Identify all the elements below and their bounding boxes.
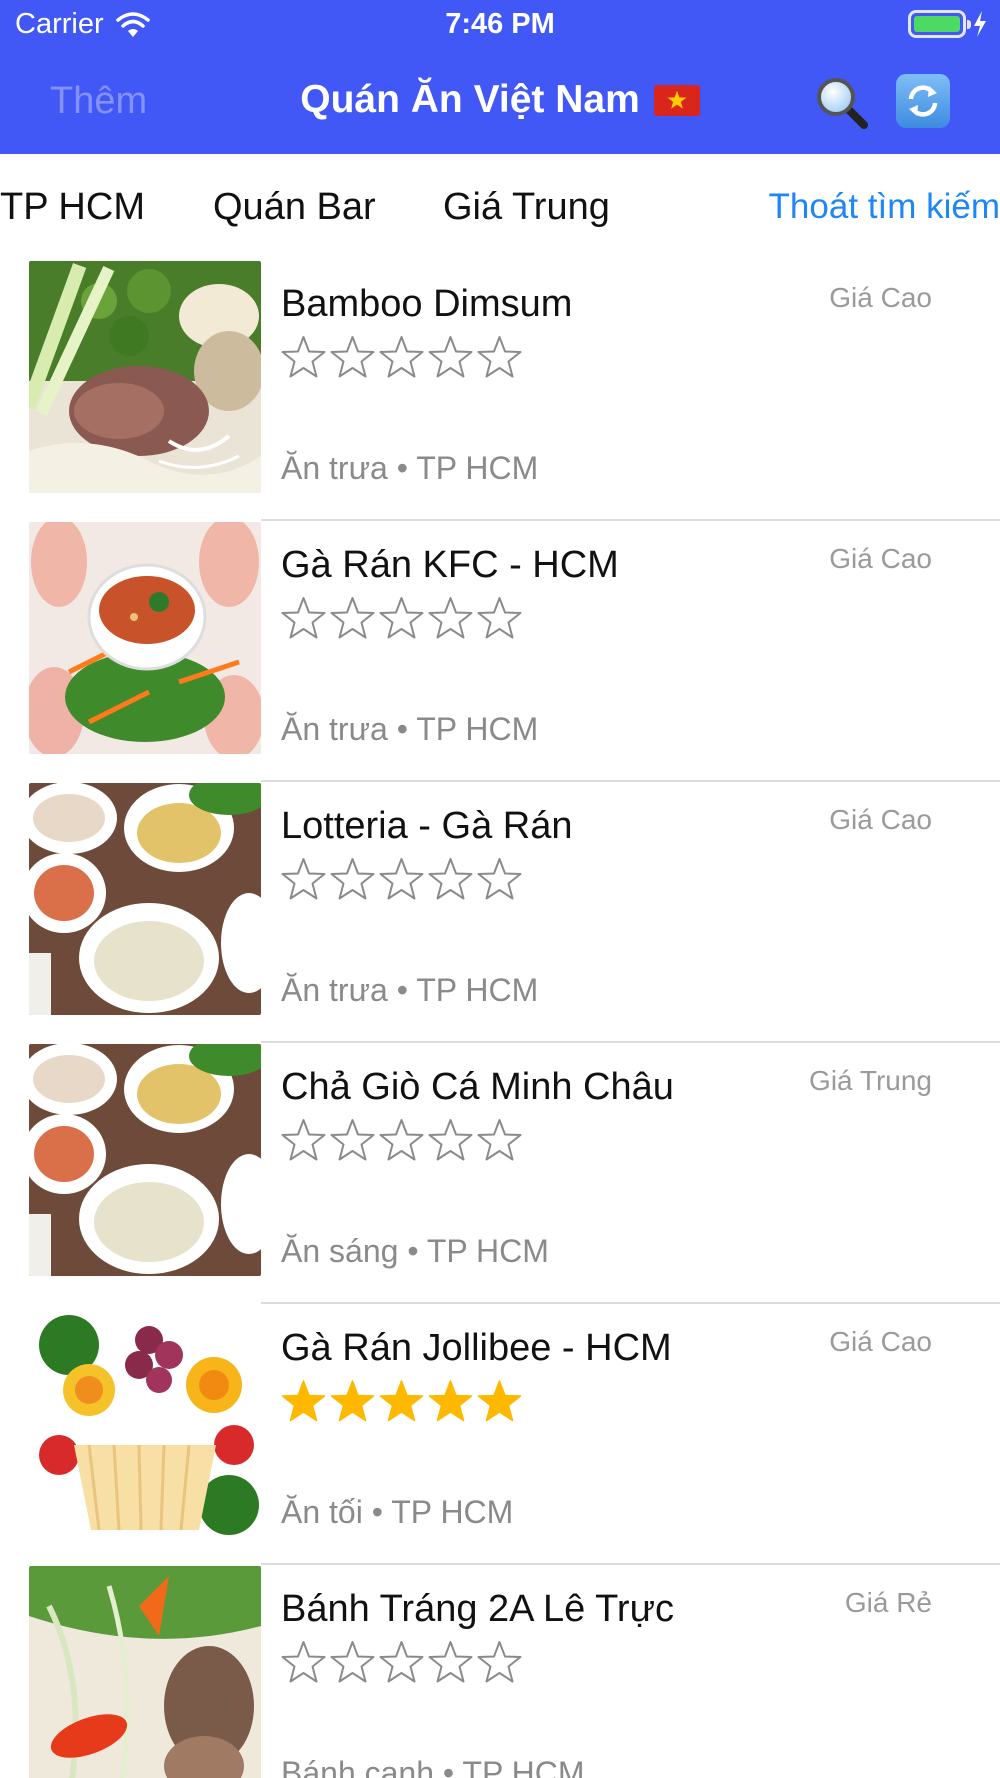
- status-time: 7:46 PM: [445, 8, 555, 40]
- restaurant-name: Gà Rán KFC - HCM: [281, 544, 619, 586]
- star-empty-icon[interactable]: [329, 1639, 376, 1685]
- meal-city-label: Ăn trưa • TP HCM: [281, 972, 539, 1008]
- star-empty-icon[interactable]: [280, 1117, 327, 1163]
- star-empty-icon[interactable]: [476, 856, 523, 902]
- price-label: Giá Cao: [829, 1326, 932, 1357]
- price-label: Giá Rẻ: [844, 1587, 932, 1618]
- restaurant-row[interactable]: Chả Giò Cá Minh Châu Giá Trung Ăn sáng •…: [0, 1043, 1000, 1304]
- restaurant-row[interactable]: Lotteria - Gà Rán Giá Cao Ăn trưa • TP H…: [0, 782, 1000, 1043]
- star-filled-icon[interactable]: [280, 1378, 327, 1424]
- star-filled-icon[interactable]: [427, 1378, 474, 1424]
- restaurant-photo: [29, 783, 261, 1015]
- restaurant-row[interactable]: Gà Rán Jollibee - HCM Giá Cao Ăn tối • T…: [0, 1304, 1000, 1565]
- star-empty-icon[interactable]: [378, 334, 425, 380]
- rating-stars[interactable]: [280, 856, 523, 902]
- meal-city-label: Ăn trưa • TP HCM: [281, 450, 539, 486]
- star-empty-icon[interactable]: [476, 1117, 523, 1163]
- restaurant-list: Bamboo Dimsum Giá Cao Ăn trưa • TP HCM G…: [0, 260, 1000, 1778]
- restaurant-name: Gà Rán Jollibee - HCM: [281, 1327, 672, 1369]
- star-empty-icon[interactable]: [329, 1117, 376, 1163]
- top-bar: Carrier 7:46 PM Thêm Quán Ăn Việt Nam: [0, 0, 1000, 154]
- meal-city-label: Bánh canh • TP HCM: [281, 1755, 585, 1778]
- meal-city-label: Ăn tối • TP HCM: [281, 1494, 514, 1530]
- star-empty-icon[interactable]: [329, 856, 376, 902]
- restaurant-photo: [29, 1044, 261, 1276]
- star-empty-icon[interactable]: [280, 334, 327, 380]
- star-empty-icon[interactable]: [378, 1639, 425, 1685]
- price-label: Giá Cao: [829, 543, 932, 574]
- vietnam-flag-icon: [653, 84, 700, 116]
- star-filled-icon[interactable]: [476, 1378, 523, 1424]
- rating-stars[interactable]: [280, 1378, 523, 1424]
- refresh-button[interactable]: [896, 74, 950, 128]
- filter-city-button[interactable]: TP HCM: [0, 186, 145, 229]
- battery-icon: [908, 10, 971, 38]
- battery-indicator: [908, 10, 988, 38]
- rating-stars[interactable]: [280, 595, 523, 641]
- search-icon[interactable]: [814, 75, 870, 131]
- rating-stars[interactable]: [280, 1639, 523, 1685]
- exit-search-button[interactable]: Thoát tìm kiếm: [769, 187, 1000, 227]
- star-empty-icon[interactable]: [476, 334, 523, 380]
- star-empty-icon[interactable]: [476, 595, 523, 641]
- star-empty-icon[interactable]: [378, 595, 425, 641]
- page-title-text: Quán Ăn Việt Nam: [300, 78, 640, 121]
- restaurant-photo: [29, 1566, 261, 1778]
- restaurant-row[interactable]: Bamboo Dimsum Giá Cao Ăn trưa • TP HCM: [0, 260, 1000, 521]
- price-label: Giá Cao: [829, 804, 932, 835]
- meal-city-label: Ăn trưa • TP HCM: [281, 711, 539, 747]
- charging-bolt-icon: [974, 11, 986, 37]
- filter-price-button[interactable]: Giá Trung: [443, 186, 610, 229]
- restaurant-name: Chả Giò Cá Minh Châu: [281, 1066, 674, 1108]
- star-empty-icon[interactable]: [280, 1639, 327, 1685]
- meal-city-label: Ăn sáng • TP HCM: [281, 1233, 549, 1269]
- status-bar: Carrier 7:46 PM: [0, 0, 1000, 50]
- restaurant-photo: [29, 522, 261, 754]
- star-empty-icon[interactable]: [329, 334, 376, 380]
- rating-stars[interactable]: [280, 1117, 523, 1163]
- navigation-bar: Thêm Quán Ăn Việt Nam: [0, 50, 1000, 154]
- star-empty-icon[interactable]: [378, 856, 425, 902]
- star-empty-icon[interactable]: [427, 334, 474, 380]
- restaurant-photo: [29, 261, 261, 493]
- price-label: Giá Trung: [809, 1065, 932, 1096]
- restaurant-row[interactable]: Bánh Tráng 2A Lê Trực Giá Rẻ Bánh canh •…: [0, 1565, 1000, 1778]
- refresh-icon: [908, 85, 938, 117]
- filter-bar: TP HCM Quán Bar Giá Trung Thoát tìm kiếm: [0, 154, 1000, 260]
- star-empty-icon[interactable]: [427, 856, 474, 902]
- star-empty-icon[interactable]: [427, 1117, 474, 1163]
- restaurant-row[interactable]: Gà Rán KFC - HCM Giá Cao Ăn trưa • TP HC…: [0, 521, 1000, 782]
- restaurant-name: Bánh Tráng 2A Lê Trực: [281, 1588, 675, 1630]
- restaurant-photo: [29, 1305, 261, 1537]
- restaurant-name: Bamboo Dimsum: [281, 283, 573, 325]
- screen: Carrier 7:46 PM Thêm Quán Ăn Việt Nam TP…: [0, 0, 1000, 1778]
- star-empty-icon[interactable]: [427, 1639, 474, 1685]
- star-filled-icon[interactable]: [329, 1378, 376, 1424]
- star-empty-icon[interactable]: [378, 1117, 425, 1163]
- star-empty-icon[interactable]: [280, 595, 327, 641]
- star-empty-icon[interactable]: [427, 595, 474, 641]
- star-empty-icon[interactable]: [329, 595, 376, 641]
- restaurant-name: Lotteria - Gà Rán: [281, 805, 573, 847]
- star-empty-icon[interactable]: [280, 856, 327, 902]
- star-filled-icon[interactable]: [378, 1378, 425, 1424]
- filter-type-button[interactable]: Quán Bar: [213, 186, 376, 229]
- rating-stars[interactable]: [280, 334, 523, 380]
- price-label: Giá Cao: [829, 282, 932, 313]
- star-empty-icon[interactable]: [476, 1639, 523, 1685]
